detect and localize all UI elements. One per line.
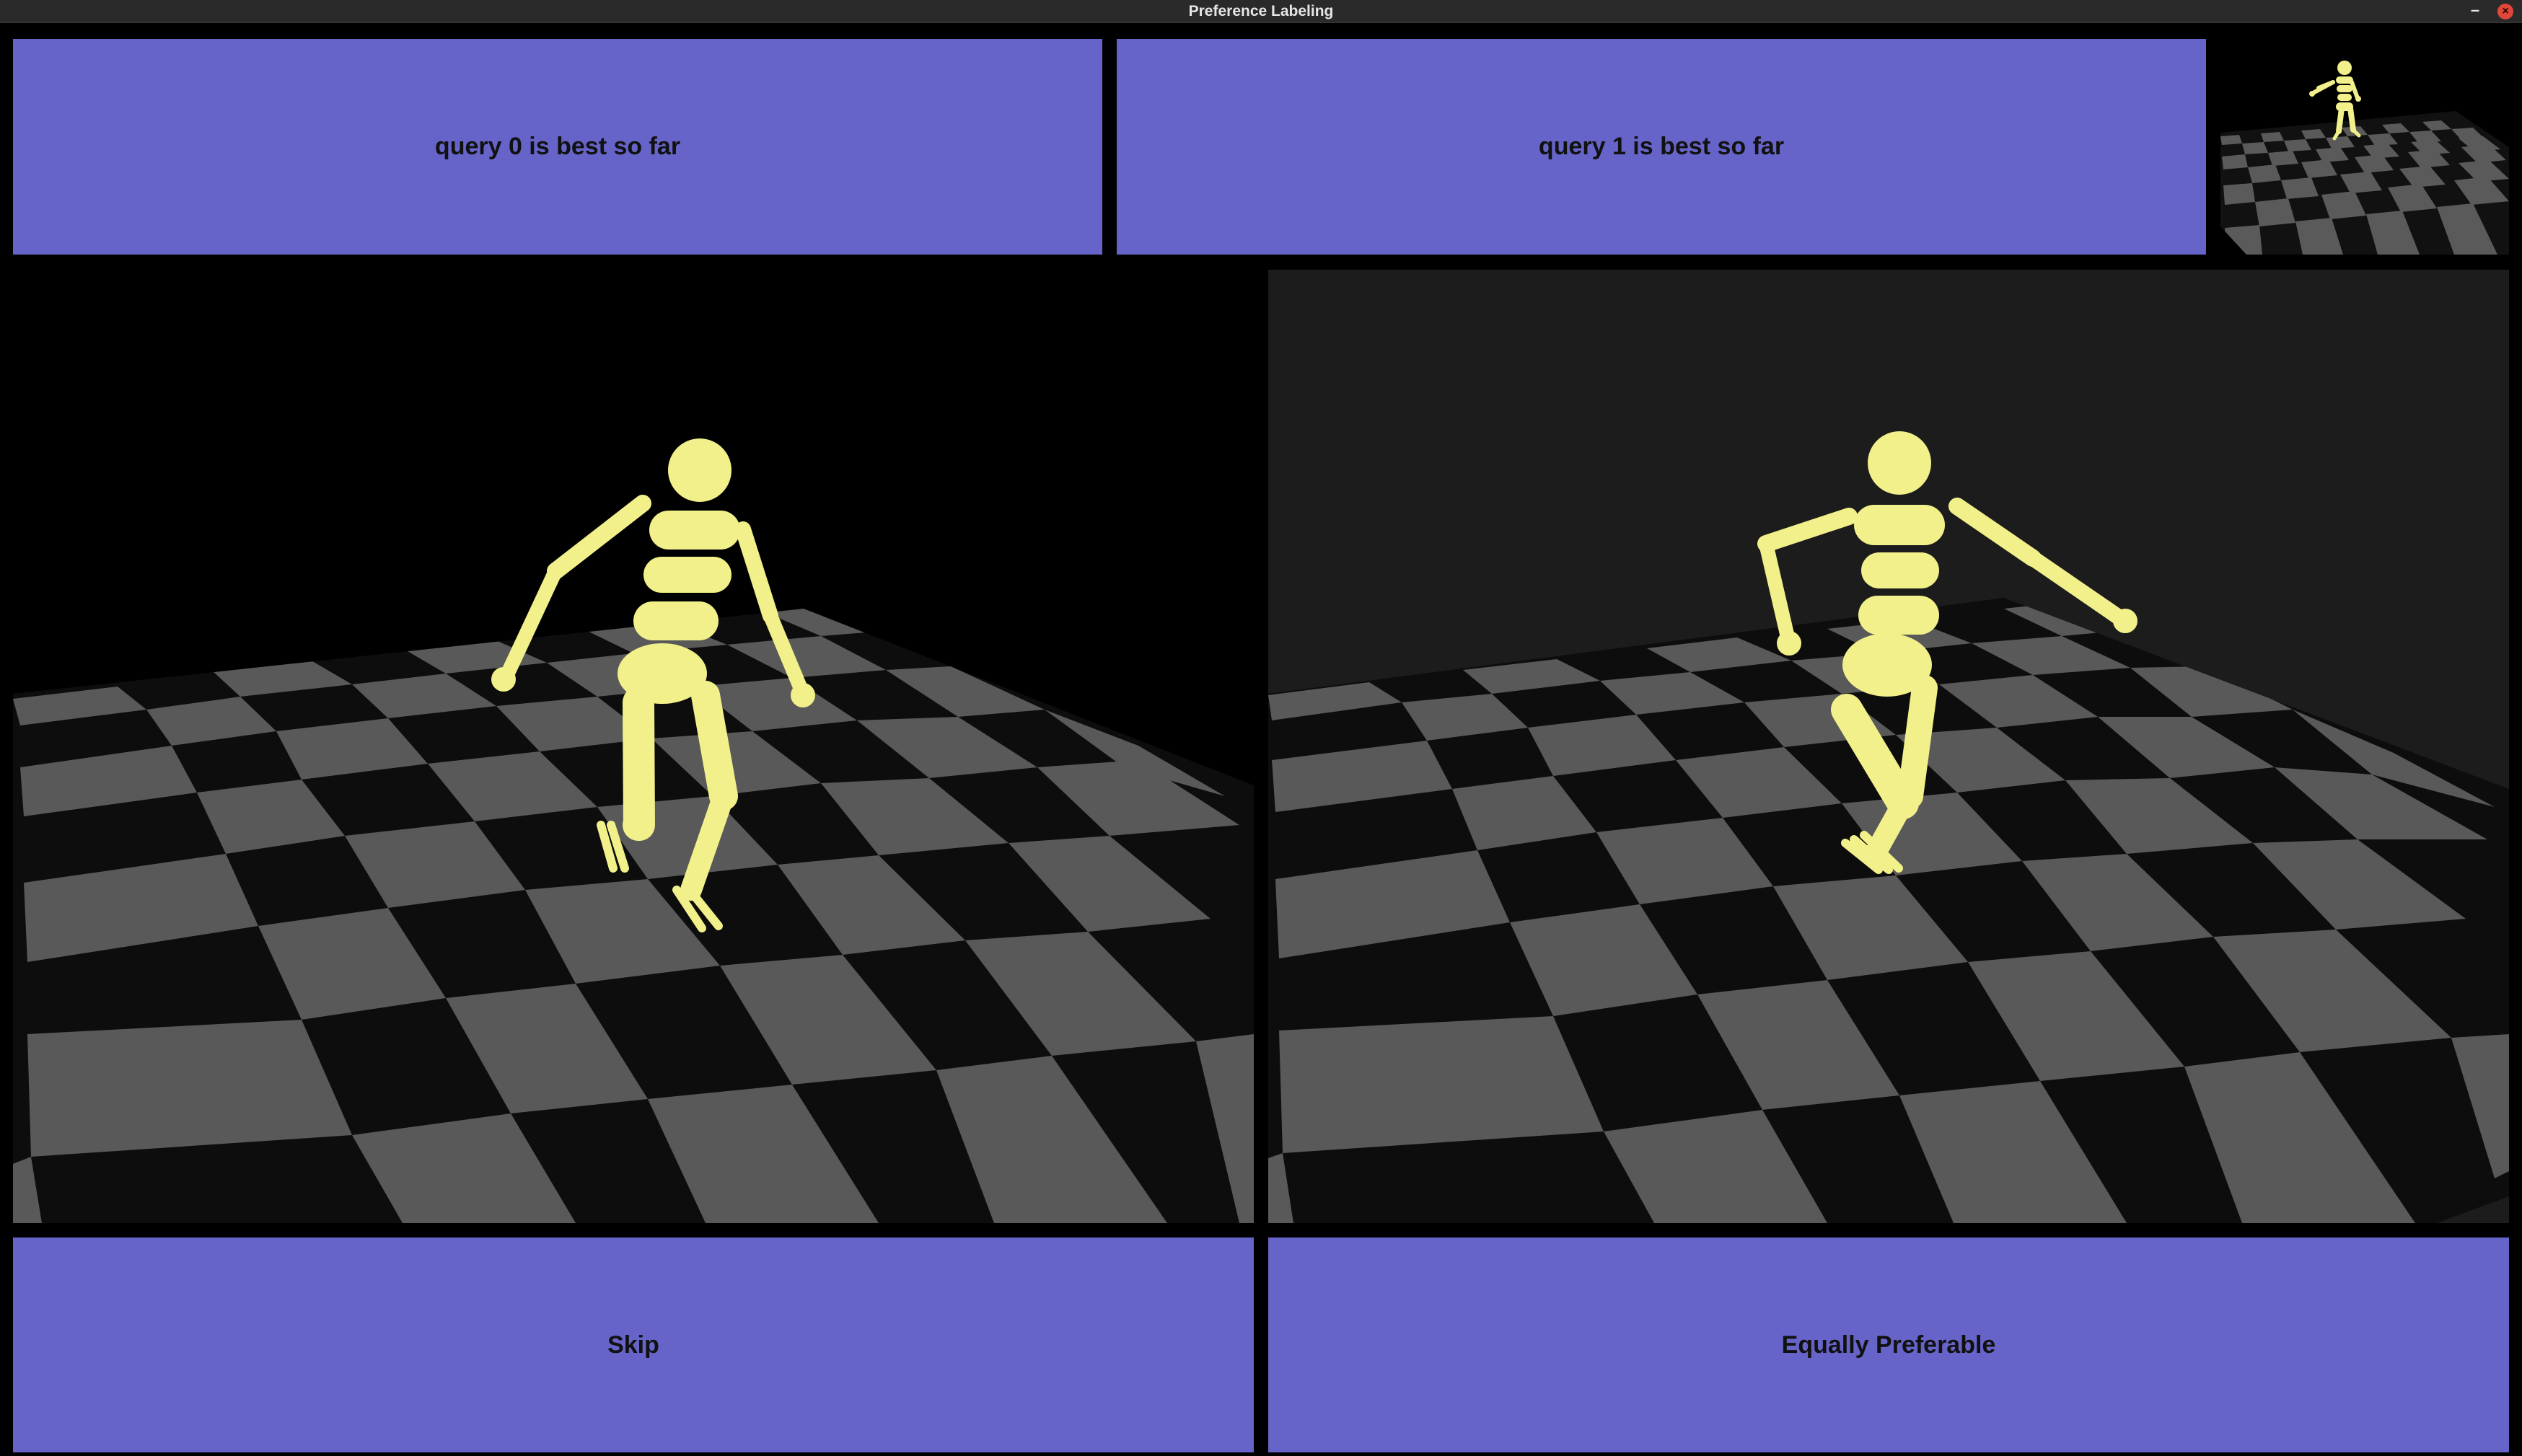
best-so-far-thumbnail — [2218, 39, 2509, 255]
equally-preferable-label: Equally Preferable — [1781, 1331, 1996, 1359]
query-1-best-label: query 1 is best so far — [1538, 133, 1785, 160]
skip-button[interactable]: Skip — [13, 1237, 1254, 1452]
window-controls: – × — [2467, 1, 2513, 21]
minimize-icon[interactable]: – — [2467, 1, 2483, 19]
query-0-best-button[interactable]: query 0 is best so far — [13, 39, 1102, 255]
equally-preferable-button[interactable]: Equally Preferable — [1268, 1237, 2509, 1452]
window-titlebar: Preference Labeling – × — [0, 0, 2522, 23]
skip-label: Skip — [607, 1331, 659, 1359]
query-0-viewport[interactable] — [13, 270, 1254, 1223]
query-1-best-button[interactable]: query 1 is best so far — [1117, 39, 2206, 255]
close-icon[interactable]: × — [2497, 3, 2513, 19]
query-0-best-label: query 0 is best so far — [434, 133, 681, 160]
window-title: Preference Labeling — [1188, 3, 1334, 19]
query-1-viewport[interactable] — [1268, 270, 2509, 1223]
